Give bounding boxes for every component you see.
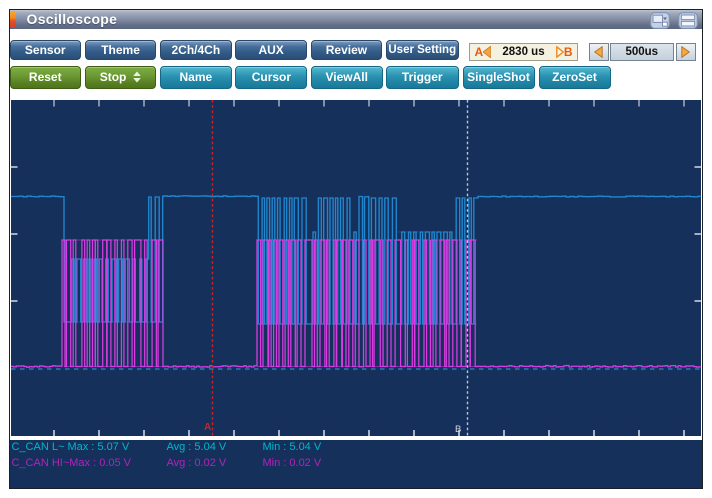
svg-text:B: B xyxy=(455,424,461,435)
svg-text:A: A xyxy=(204,422,211,433)
